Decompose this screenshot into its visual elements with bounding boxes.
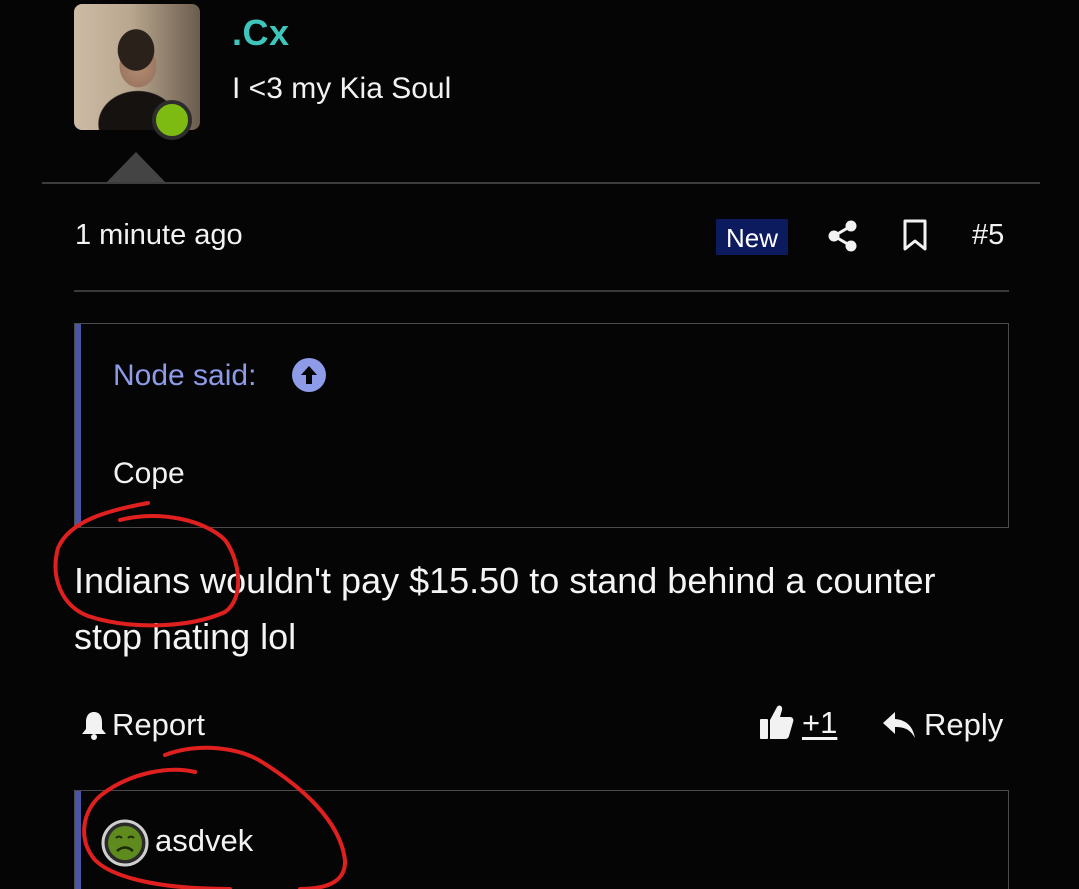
post-timestamp[interactable]: 1 minute ago: [75, 219, 243, 252]
nauseated-face-icon[interactable]: [101, 819, 149, 867]
quote-text: Cope: [113, 457, 185, 490]
reactions-box: asdvek: [74, 790, 1009, 889]
bookmark-icon[interactable]: [902, 219, 928, 252]
thumbs-up-icon[interactable]: [758, 703, 794, 741]
user-avatar[interactable]: [74, 4, 200, 140]
reply-label: Reply: [924, 707, 1004, 742]
share-icon[interactable]: [828, 220, 858, 252]
bell-icon: [82, 712, 106, 740]
reaction-username[interactable]: asdvek: [155, 823, 253, 859]
report-label: Report: [112, 707, 206, 742]
quote-author-link[interactable]: Node said:: [113, 359, 256, 393]
username-link[interactable]: .Cx: [232, 12, 290, 54]
reply-button[interactable]: Reply: [882, 705, 1003, 745]
quote-block: Node said: Cope: [74, 323, 1009, 528]
forum-post-page: .Cx I <3 my Kia Soul 1 minute ago New #5…: [0, 0, 1079, 889]
meta-divider: [74, 290, 1009, 292]
post-body-text: Indians wouldn't pay $15.50 to stand beh…: [74, 560, 936, 657]
new-badge: New: [716, 219, 789, 255]
like-count-link[interactable]: +1: [802, 705, 837, 741]
header-divider: [42, 182, 1040, 184]
user-card-pointer: [106, 152, 166, 183]
user-title: I <3 my Kia Soul: [232, 72, 452, 105]
reply-arrow-icon: [883, 712, 915, 738]
post-number-link[interactable]: #5: [972, 219, 1004, 252]
arrow-up-circle-icon[interactable]: [291, 357, 327, 393]
quote-accent-bar: [75, 324, 81, 527]
reactions-accent-bar: [75, 791, 81, 889]
report-button[interactable]: Report: [80, 705, 205, 745]
online-status-indicator: [152, 100, 192, 140]
